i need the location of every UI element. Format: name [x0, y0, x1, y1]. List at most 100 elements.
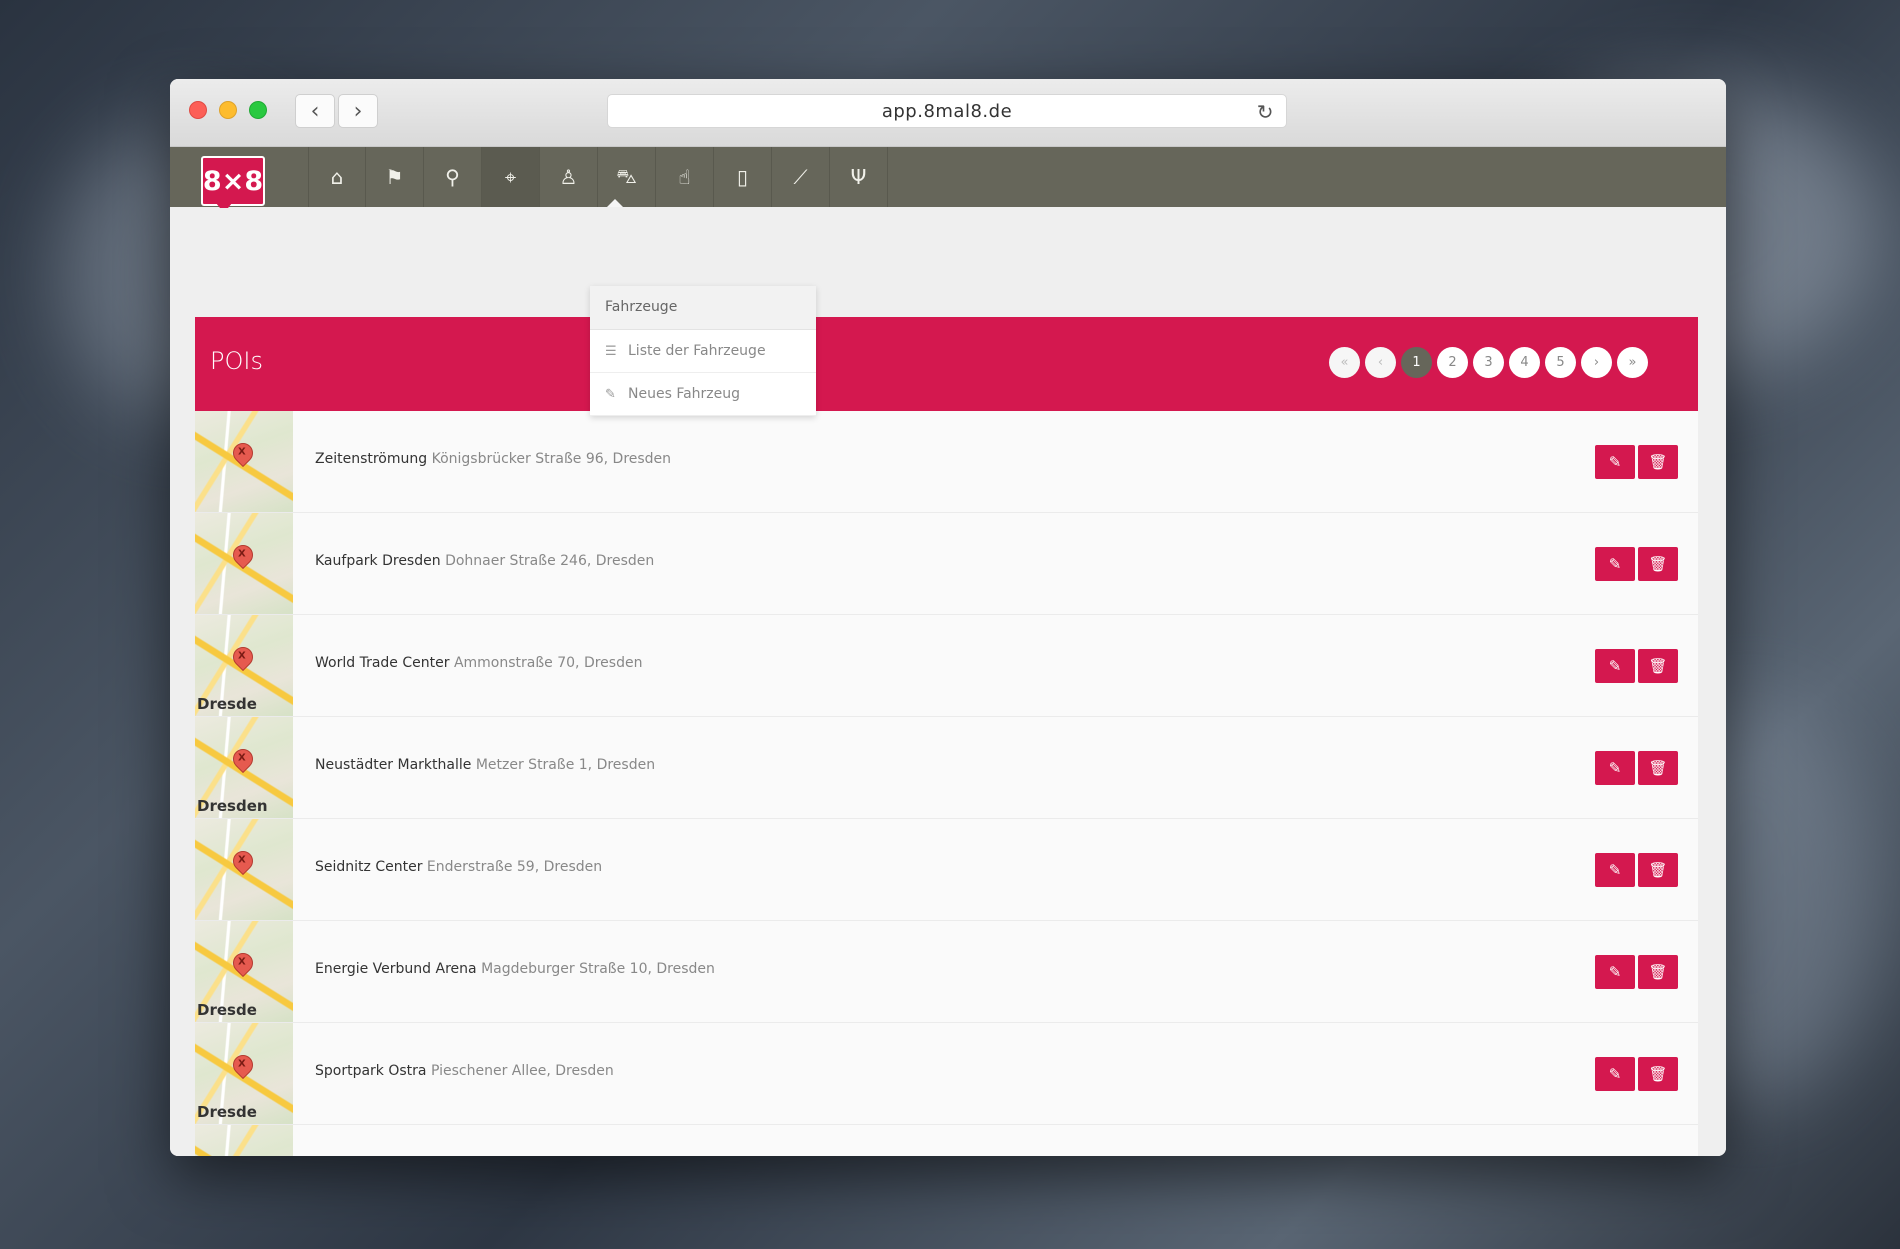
nav-home[interactable]: ⌂: [308, 147, 366, 207]
list-item[interactable]: Dresd Stadion Dresden Lennestraße 10, Dr…: [195, 1125, 1698, 1156]
phone-icon: ▯: [736, 165, 748, 189]
reload-icon[interactable]: ↻: [1257, 100, 1274, 124]
edit-button[interactable]: ✎: [1595, 445, 1635, 479]
nav-crosshair[interactable]: ⌖: [482, 147, 540, 207]
list-item[interactable]: Dresde World Trade Center Ammonstraße 70…: [195, 615, 1698, 717]
pagination: « ‹ 1 2 3 4 5 › »: [1329, 347, 1648, 378]
edit-button[interactable]: ✎: [1595, 853, 1635, 887]
marker-icon: ⚲: [445, 165, 460, 189]
trash-icon: 🗑: [1648, 759, 1668, 777]
map-thumbnail[interactable]: Dresden: [195, 717, 293, 818]
map-city-label: Dresde: [197, 1103, 257, 1121]
browser-titlebar: ‹ › app.8mal8.de ↻: [170, 79, 1726, 147]
map-thumbnail[interactable]: Dresde: [195, 921, 293, 1022]
trash-icon: 🗑: [1648, 555, 1668, 573]
list-item[interactable]: Dresden Neustädter Markthalle Metzer Str…: [195, 717, 1698, 819]
page-last[interactable]: »: [1617, 347, 1648, 378]
edit-button[interactable]: ✎: [1595, 649, 1635, 683]
list-item[interactable]: Dresde Sportpark Ostra Pieschener Allee,…: [195, 1023, 1698, 1125]
user-icon: ♙: [559, 165, 578, 189]
signpost-icon: ⚑: [385, 165, 404, 189]
poi-name: Neustädter Markthalle: [315, 757, 472, 773]
close-window-button[interactable]: [189, 101, 207, 119]
row-actions: ✎ 🗑: [1595, 751, 1678, 785]
nav-signpost[interactable]: ⚑: [366, 147, 424, 207]
menu-item-label: Neues Fahrzeug: [628, 386, 741, 402]
edit-button[interactable]: ✎: [1595, 955, 1635, 989]
poi-name: Zeitenströmung: [315, 451, 428, 467]
map-marker-icon: [228, 846, 258, 876]
address-bar[interactable]: app.8mal8.de ↻: [607, 94, 1287, 128]
menu-item-new-vehicle[interactable]: ✎ Neues Fahrzeug: [590, 373, 816, 416]
delete-button[interactable]: 🗑: [1638, 751, 1678, 785]
poi-text: Energie Verbund Arena Magdeburger Straße…: [315, 961, 715, 977]
trash-icon: 🗑: [1648, 1065, 1668, 1083]
map-thumbnail[interactable]: Dresde: [195, 615, 293, 716]
poi-name: Energie Verbund Arena: [315, 961, 477, 977]
pencil-icon: ✎: [605, 386, 616, 402]
delete-button[interactable]: 🗑: [1638, 445, 1678, 479]
map-thumbnail[interactable]: [195, 513, 293, 614]
edit-icon: ✎: [1608, 963, 1622, 981]
nav-antenna[interactable]: Ψ: [830, 147, 888, 207]
page-2[interactable]: 2: [1437, 347, 1468, 378]
poi-address: Dohnaer Straße 246, Dresden: [445, 553, 655, 569]
poi-address: Magdeburger Straße 10, Dresden: [481, 961, 715, 977]
delete-button[interactable]: 🗑: [1638, 547, 1678, 581]
map-marker-icon: [228, 1050, 258, 1080]
poi-text: Kaufpark Dresden Dohnaer Straße 246, Dre…: [315, 553, 654, 569]
delete-button[interactable]: 🗑: [1638, 1057, 1678, 1091]
poi-address: Ammonstraße 70, Dresden: [453, 655, 643, 671]
edit-button[interactable]: ✎: [1595, 547, 1635, 581]
list-item[interactable]: Dresde Energie Verbund Arena Magdeburger…: [195, 921, 1698, 1023]
poi-address: Königsbrücker Straße 96, Dresden: [431, 451, 672, 467]
chevron-left-icon: ‹: [310, 98, 320, 124]
app-logo[interactable]: 8×8: [201, 156, 265, 206]
map-thumbnail[interactable]: [195, 819, 293, 920]
map-thumbnail[interactable]: [195, 411, 293, 512]
map-marker-icon: [228, 438, 258, 468]
page-1[interactable]: 1: [1401, 347, 1432, 378]
route-icon: ⟋: [793, 165, 808, 189]
dropdown-header: Fahrzeuge: [590, 286, 816, 330]
edit-button[interactable]: ✎: [1595, 751, 1635, 785]
poi-text: Sportpark Ostra Pieschener Allee, Dresde…: [315, 1063, 614, 1079]
back-button[interactable]: ‹: [295, 94, 335, 128]
delete-button[interactable]: 🗑: [1638, 649, 1678, 683]
page-prev[interactable]: ‹: [1365, 347, 1396, 378]
poi-address: Metzer Straße 1, Dresden: [475, 757, 656, 773]
crosshair-icon: ⌖: [504, 165, 517, 189]
nav-route[interactable]: ⟋: [772, 147, 830, 207]
nav-hand[interactable]: ☝: [656, 147, 714, 207]
page-title: POIs: [210, 347, 263, 375]
nav-phone[interactable]: ▯: [714, 147, 772, 207]
nav-car[interactable]: ⛍: [598, 147, 656, 207]
map-city-label: Dresde: [197, 695, 257, 713]
delete-button[interactable]: 🗑: [1638, 955, 1678, 989]
map-thumbnail[interactable]: Dresd: [195, 1125, 293, 1156]
map-city-label: Dresde: [197, 1001, 257, 1019]
page-next[interactable]: ›: [1581, 347, 1612, 378]
nav-user[interactable]: ♙: [540, 147, 598, 207]
edit-button[interactable]: ✎: [1595, 1057, 1635, 1091]
row-actions: ✎ 🗑: [1595, 547, 1678, 581]
minimize-window-button[interactable]: [219, 101, 237, 119]
list-item[interactable]: Zeitenströmung Königsbrücker Straße 96, …: [195, 411, 1698, 513]
page-3[interactable]: 3: [1473, 347, 1504, 378]
poi-text: Neustädter Markthalle Metzer Straße 1, D…: [315, 757, 655, 773]
nav-marker[interactable]: ⚲: [424, 147, 482, 207]
poi-name: Seidnitz Center: [315, 859, 423, 875]
page-4[interactable]: 4: [1509, 347, 1540, 378]
page-first[interactable]: «: [1329, 347, 1360, 378]
maximize-window-button[interactable]: [249, 101, 267, 119]
page-5[interactable]: 5: [1545, 347, 1576, 378]
row-actions: ✎ 🗑: [1595, 445, 1678, 479]
row-actions: ✎ 🗑: [1595, 853, 1678, 887]
menu-item-vehicle-list[interactable]: ☰ Liste der Fahrzeuge: [590, 330, 816, 373]
delete-button[interactable]: 🗑: [1638, 853, 1678, 887]
list-item[interactable]: Kaufpark Dresden Dohnaer Straße 246, Dre…: [195, 513, 1698, 615]
browser-window: ‹ › app.8mal8.de ↻ 8×8 ⌂ ⚑ ⚲ ⌖ ♙ ⛍ ☝ ▯ ⟋…: [170, 79, 1726, 1156]
list-item[interactable]: Seidnitz Center Enderstraße 59, Dresden …: [195, 819, 1698, 921]
map-thumbnail[interactable]: Dresde: [195, 1023, 293, 1124]
forward-button[interactable]: ›: [338, 94, 378, 128]
